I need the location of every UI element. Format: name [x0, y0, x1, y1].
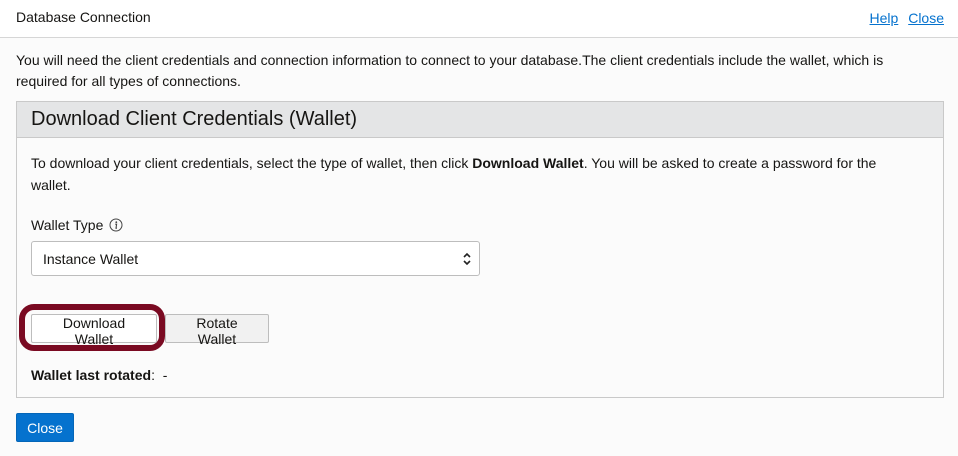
intro-text: You will need the client credentials and…	[16, 52, 884, 89]
wallet-last-rotated-label: Wallet last rotated	[31, 367, 152, 383]
wallet-type-select[interactable]: Instance Wallet	[31, 241, 480, 276]
close-button[interactable]: Close	[16, 413, 74, 442]
panel-description: To download your client credentials, sel…	[31, 152, 911, 196]
download-credentials-panel: Download Client Credentials (Wallet) To …	[16, 101, 944, 398]
wallet-last-rotated-separator: :	[151, 367, 155, 383]
help-link[interactable]: Help	[870, 10, 899, 26]
download-wallet-button[interactable]: Download Wallet	[31, 314, 157, 347]
rotate-wallet-button[interactable]: Rotate Wallet	[165, 314, 269, 347]
wallet-last-rotated-value: -	[162, 367, 168, 383]
header-links: Help Close	[864, 10, 944, 26]
description-text-start: To download your client credentials, sel…	[31, 155, 473, 171]
description-bold-text: Download Wallet	[472, 155, 584, 171]
wallet-last-rotated: Wallet last rotated: -	[31, 367, 167, 383]
dialog-header: Database Connection Help Close	[0, 0, 958, 38]
info-icon[interactable]	[109, 218, 123, 232]
chevron-up-down-icon	[462, 251, 472, 267]
wallet-type-selected-value: Instance Wallet	[43, 251, 139, 267]
close-link[interactable]: Close	[908, 10, 944, 26]
wallet-type-label: Wallet Type	[31, 217, 104, 233]
panel-title: Download Client Credentials (Wallet)	[17, 102, 943, 138]
dialog-title: Database Connection	[16, 9, 151, 25]
wallet-type-label-row: Wallet Type	[31, 217, 123, 233]
database-connection-dialog: Database Connection Help Close You will …	[0, 0, 958, 456]
